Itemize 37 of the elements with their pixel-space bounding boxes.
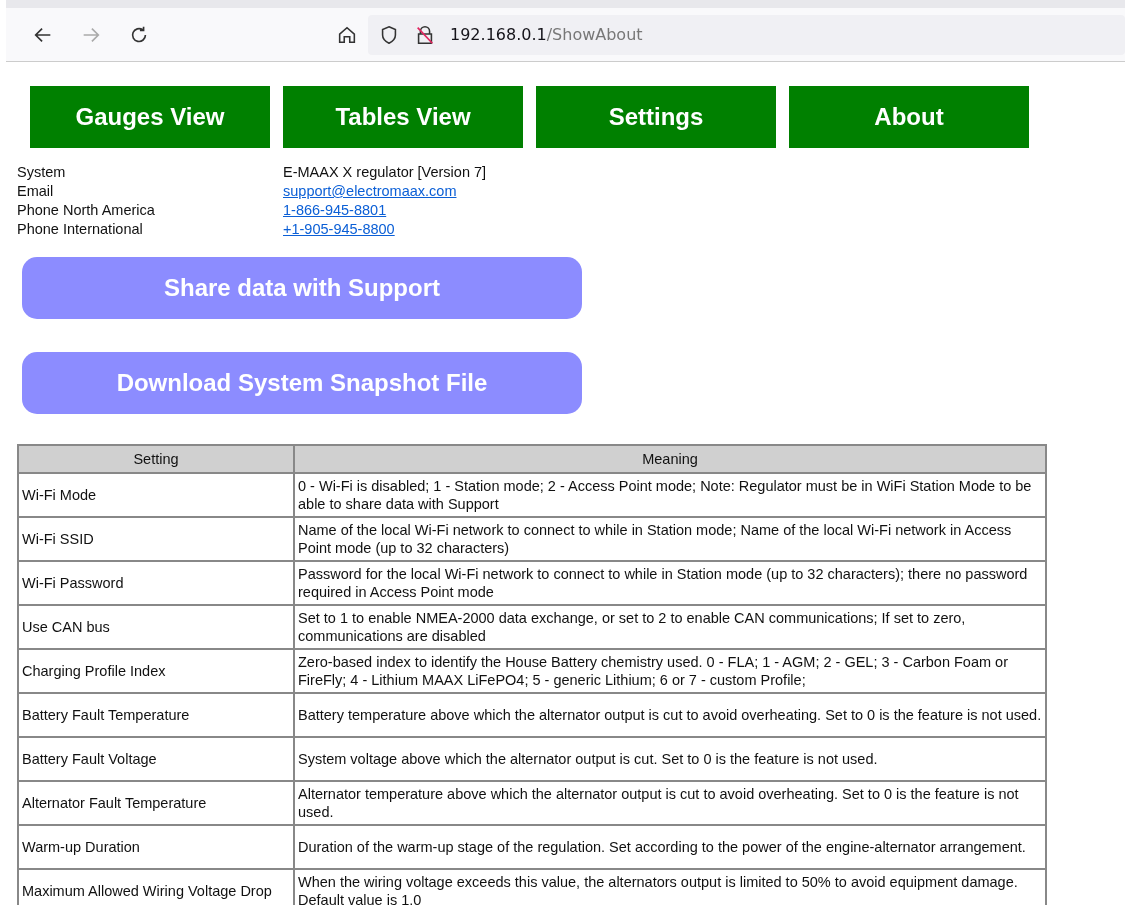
meaning-cell: Set to 1 to enable NMEA-2000 data exchange, or set to 2 to enable CAN communications; If set to zero, communications are disabled [294, 605, 1046, 649]
setting-cell: Warm-up Duration [18, 825, 294, 869]
info-link[interactable]: +1-905-945-8800 [283, 220, 395, 239]
action-button[interactable]: Share data with Support [22, 257, 582, 319]
setting-cell: Wi-Fi Mode [18, 473, 294, 517]
setting-cell: Alternator Fault Temperature [18, 781, 294, 825]
meaning-cell: Duration of the warm-up stage of the regulation. Set according to the power of the engine-alternator arrangement. [294, 825, 1046, 869]
nav-button[interactable]: Gauges View [30, 86, 270, 148]
action-button[interactable]: Download System Snapshot File [22, 352, 582, 414]
setting-cell: Battery Fault Temperature [18, 693, 294, 737]
setting-cell: Maximum Allowed Wiring Voltage Drop [18, 869, 294, 905]
meaning-cell: Battery temperature above which the alternator output is cut to avoid overheating. Set to 0 is the feature is not used. [294, 693, 1046, 737]
setting-cell: Wi-Fi SSID [18, 517, 294, 561]
column-header: Setting [18, 445, 294, 473]
nav-button[interactable]: About [789, 86, 1029, 148]
info-link[interactable]: 1-866-945-8801 [283, 201, 387, 220]
meaning-cell: 0 - Wi-Fi is disabled; 1 - Station mode; 2 - Access Point mode; Note: Regulator must be in WiFi Station Mode to be able to share data with Support [294, 473, 1046, 517]
column-header: Meaning [294, 445, 1046, 473]
info-label: Phone North America [17, 201, 156, 220]
meaning-cell: System voltage above which the alternator output is cut. Set to 0 is the feature is not used. [294, 737, 1046, 781]
meaning-cell: Name of the local Wi-Fi network to connect to while in Station mode; Name of the local Wi-Fi network in Access Point mode (up to 32 characters) [294, 517, 1046, 561]
setting-cell: Battery Fault Voltage [18, 737, 294, 781]
info-label: System [17, 163, 67, 182]
setting-cell: Charging Profile Index [18, 649, 294, 693]
setting-cell: Use CAN bus [18, 605, 294, 649]
meaning-cell: Password for the local Wi-Fi network to connect to while in Station mode (up to 32 characters); there no password required in Access Point mode [294, 561, 1046, 605]
address-bar[interactable]: 192.168.0.1/ShowAbout [368, 14, 1125, 55]
info-label: Email [17, 182, 55, 201]
nav-button[interactable]: Tables View [283, 86, 523, 148]
setting-cell: Wi-Fi Password [18, 561, 294, 605]
info-label: Phone International [17, 220, 144, 239]
nav-button[interactable]: Settings [536, 86, 776, 148]
meaning-cell: Zero-based index to identify the House Battery chemistry used. 0 - FLA; 1 - AGM; 2 - GEL; 3 - Carbon Foam or FireFly; 4 - Lithium MAAX LiFePO4; 5 - generic Lithium; 6 or 7 - custom Profile; [294, 649, 1046, 693]
lock-icon[interactable] [414, 23, 436, 46]
meaning-cell: Alternator temperature above which the alternator output is cut to avoid overheating. Set to 0 is the feature is not used. [294, 781, 1046, 825]
info-value: E-MAAX X regulator [Version 7] [283, 163, 488, 182]
info-link[interactable]: support@electromaax.com [283, 182, 457, 201]
